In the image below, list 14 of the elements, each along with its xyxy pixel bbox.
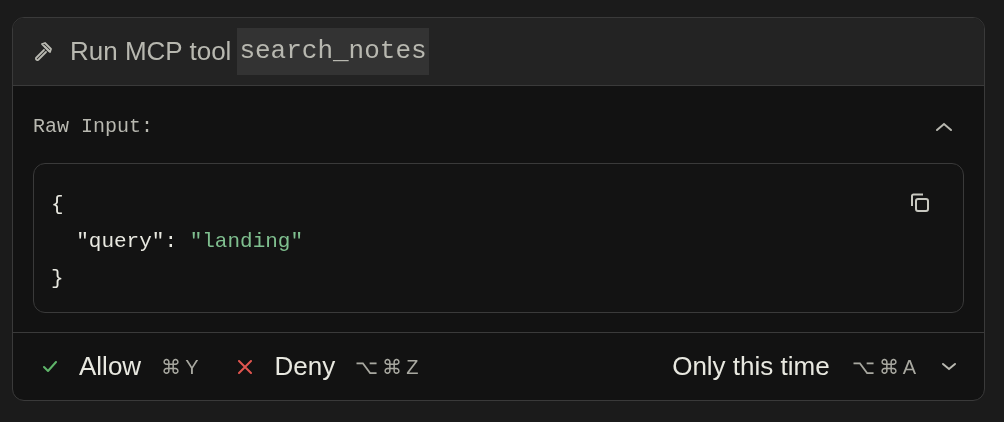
close-icon [238,359,253,374]
scope-dropdown[interactable]: Only this time ⌥⌘A [672,347,920,386]
chevron-icon[interactable] [934,120,954,134]
check-icon [43,360,57,373]
section-label: Raw Input: [33,114,154,140]
code-line: "query": "landing" [75,230,304,253]
tool-name: search_notes [237,28,429,75]
header-title: Run MCP tool [70,35,232,68]
code-line: { [51,193,64,216]
allow-button[interactable]: Allow ⌘Y [43,347,203,386]
chevron-down-icon[interactable] [940,360,958,373]
deny-button[interactable]: Deny ⌥⌘Z [238,347,423,386]
code-line: } [51,267,64,290]
copy-icon[interactable] [908,191,932,215]
